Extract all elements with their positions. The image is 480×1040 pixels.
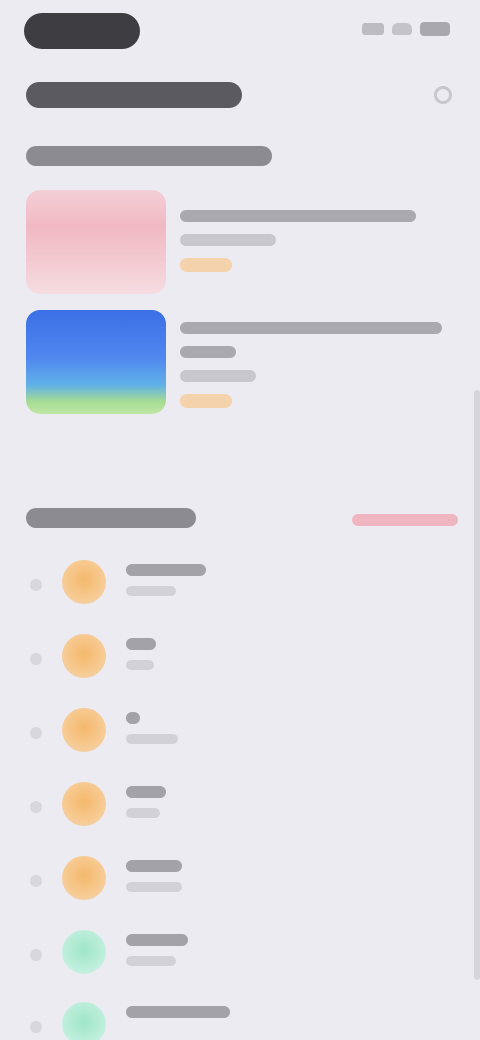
list-item-detail: [126, 660, 154, 670]
list-item-name: [126, 860, 182, 872]
list-item-detail: [126, 734, 178, 744]
status-time-pill: [24, 13, 140, 49]
rank-marker: [30, 875, 42, 887]
avatar: [62, 560, 106, 604]
rank-marker: [30, 1021, 42, 1033]
avatar: [62, 634, 106, 678]
avatar: [62, 930, 106, 974]
featured-thumbnail: [26, 190, 166, 294]
more-icon[interactable]: [434, 86, 452, 104]
status-icons: [362, 22, 450, 36]
wifi-icon: [392, 23, 412, 35]
featured-card-subtitle: [180, 370, 256, 382]
signal-icon: [362, 23, 384, 35]
list-item[interactable]: [22, 556, 458, 620]
list-item[interactable]: [22, 926, 458, 990]
featured-card-title-line2: [180, 346, 236, 358]
rank-marker: [30, 579, 42, 591]
featured-card-text: [180, 196, 462, 272]
featured-card-tag: [180, 258, 232, 272]
page-header: [26, 72, 456, 120]
list-item[interactable]: [22, 704, 458, 768]
list-item-text: [126, 638, 156, 670]
list-item-name: [126, 638, 156, 650]
list-item-text: [126, 1006, 230, 1028]
list-item-detail: [126, 586, 176, 596]
featured-card-text: [180, 316, 462, 408]
ranking-heading: [26, 508, 196, 528]
featured-card-subtitle: [180, 234, 276, 246]
avatar: [62, 1002, 106, 1040]
avatar: [62, 856, 106, 900]
list-item[interactable]: [22, 852, 458, 916]
featured-card-tag: [180, 394, 232, 408]
rank-marker: [30, 801, 42, 813]
featured-heading: [26, 146, 272, 166]
featured-card-title: [180, 322, 442, 334]
list-item-text: [126, 786, 166, 818]
rank-marker: [30, 949, 42, 961]
featured-card[interactable]: [22, 190, 462, 314]
avatar: [62, 708, 106, 752]
list-item-name: [126, 1006, 230, 1018]
rank-marker: [30, 727, 42, 739]
list-item-name: [126, 786, 166, 798]
list-item-detail: [126, 808, 160, 818]
list-item-detail: [126, 956, 176, 966]
featured-thumbnail: [26, 310, 166, 414]
featured-card-title: [180, 210, 416, 222]
list-item[interactable]: [22, 778, 458, 842]
list-item[interactable]: [22, 630, 458, 694]
list-item-detail: [126, 882, 182, 892]
list-item-text: [126, 712, 178, 744]
see-all-link[interactable]: [352, 514, 458, 526]
avatar: [62, 782, 106, 826]
rank-marker: [30, 653, 42, 665]
scrollbar[interactable]: [474, 390, 480, 980]
page-title: [26, 82, 242, 108]
battery-icon: [420, 22, 450, 36]
list-item-text: [126, 564, 206, 596]
list-item-name: [126, 934, 188, 946]
featured-card[interactable]: [22, 310, 462, 434]
list-item-name: [126, 564, 206, 576]
list-item-text: [126, 934, 188, 966]
list-item[interactable]: [22, 998, 458, 1040]
app-screen: [0, 0, 480, 1040]
list-item-text: [126, 860, 182, 892]
list-item-name: [126, 712, 140, 724]
status-bar: [0, 0, 480, 64]
